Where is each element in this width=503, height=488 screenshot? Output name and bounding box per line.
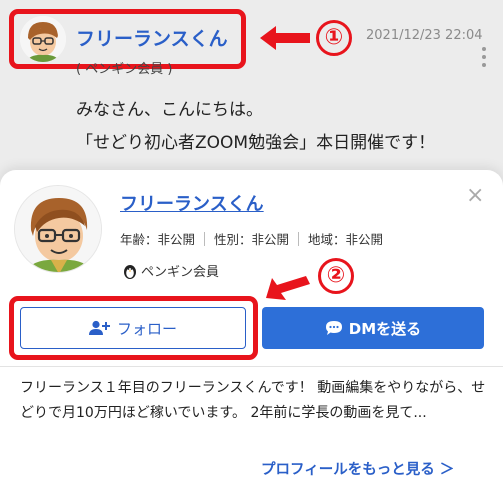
- meta-divider: [298, 231, 300, 246]
- post-text-line-1: みなさん、こんにちは。: [76, 100, 263, 120]
- profile-avatar: [14, 185, 102, 273]
- post-member-label: ( ペンギン会員 ): [76, 62, 173, 77]
- profile-meta: 年齢：非公開 性別：非公開 地域：非公開: [120, 229, 383, 248]
- meta-divider: [204, 231, 206, 246]
- more-vertical-icon[interactable]: [480, 46, 488, 68]
- highlight-box-follow: [9, 296, 258, 360]
- profile-user-name[interactable]: フリーランスくん: [120, 190, 264, 216]
- step-marker-1: ①: [316, 20, 352, 56]
- penguin-icon: [124, 264, 136, 279]
- send-dm-label: DMを送る: [348, 319, 422, 338]
- arrow-left-icon: [260, 26, 310, 50]
- member-type-label: ペンギン会員: [141, 265, 220, 280]
- profile-gender: 性別：非公開: [214, 232, 290, 247]
- arrow-down-left-icon: [266, 276, 310, 300]
- card-divider: [0, 366, 503, 367]
- send-dm-button[interactable]: DMを送る: [262, 307, 484, 349]
- profile-member-type: ペンギン会員: [122, 261, 219, 280]
- profile-bio: フリーランス１年目のフリーランスくんです！ 動画編集をやりながら、せどりで月10…: [20, 380, 486, 421]
- profile-region: 地域：非公開: [308, 232, 384, 247]
- view-more-profile-link[interactable]: プロフィールをもっと見る ＞: [261, 458, 454, 479]
- chat-bubble-icon: [325, 321, 342, 335]
- post-timestamp: 2021/12/23 22:04: [366, 28, 483, 43]
- profile-age: 年齢：非公開: [120, 232, 196, 247]
- step-marker-2: ②: [318, 258, 354, 294]
- post-text-line-2: 「せどり初心者ZOOM勉強会」本日開催です！: [76, 133, 436, 153]
- close-icon[interactable]: ×: [466, 185, 484, 207]
